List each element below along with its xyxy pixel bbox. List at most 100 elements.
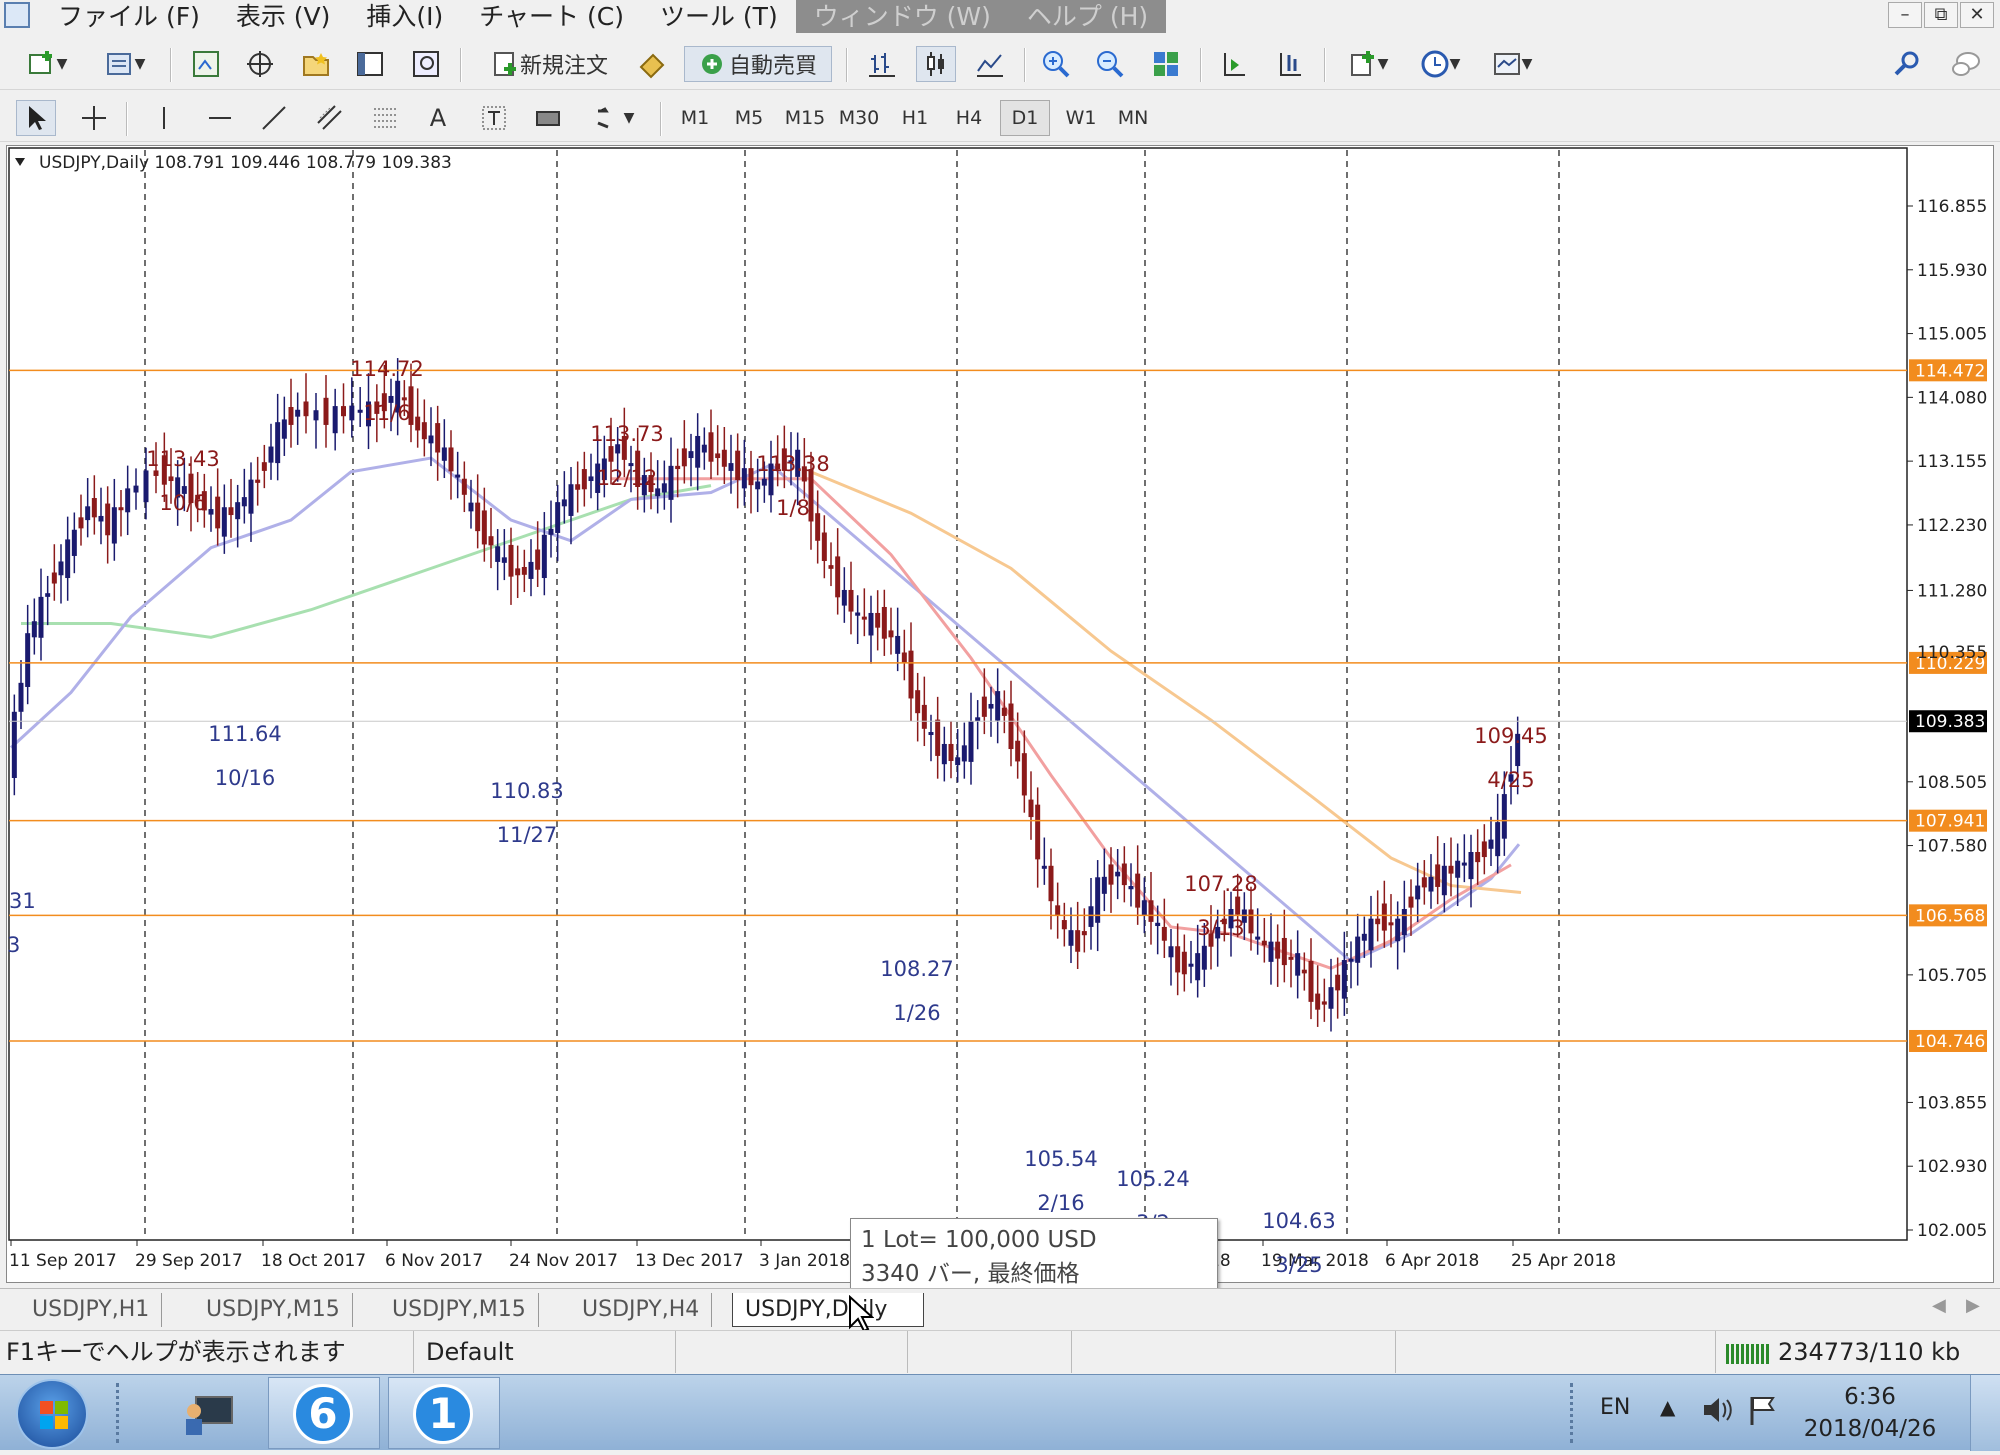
- bear-candle: [1335, 974, 1341, 991]
- timeframe-mn[interactable]: MN: [1108, 100, 1158, 136]
- timeframe-m15[interactable]: M15: [780, 100, 830, 136]
- restore-button[interactable]: ⧉: [1924, 2, 1958, 28]
- timeframe-d1[interactable]: D1: [1000, 100, 1050, 136]
- cursor-button[interactable]: [16, 100, 56, 136]
- show-desktop-button[interactable]: [1970, 1375, 2000, 1451]
- strategy-tester-button[interactable]: [406, 46, 446, 82]
- minimize-button[interactable]: –: [1888, 2, 1922, 28]
- y-axis-label-partial: 110.355: [1917, 643, 1987, 663]
- profiles-button[interactable]: ▼: [94, 46, 156, 82]
- menu-window[interactable]: ウィンドウ (W): [795, 0, 1009, 33]
- start-button[interactable]: [16, 1379, 88, 1449]
- app-icon[interactable]: [4, 2, 30, 28]
- level-price-label: 114.472: [1915, 361, 1985, 381]
- bull-candle: [1428, 876, 1434, 892]
- tab-usdjpy-m15[interactable]: USDJPY,M15: [194, 1293, 353, 1327]
- taskbar-app-6[interactable]: 6: [268, 1377, 380, 1449]
- chart-shift-button[interactable]: [1214, 46, 1254, 82]
- tab-scroll-right-icon[interactable]: ▶: [1966, 1295, 1980, 1316]
- tab-usdjpy-h1[interactable]: USDJPY,H1: [20, 1293, 163, 1327]
- bull-candle: [1168, 946, 1174, 958]
- bear-candle: [921, 704, 927, 729]
- terminal-button[interactable]: [350, 46, 390, 82]
- rectangle-label-button[interactable]: [528, 100, 568, 136]
- data-window-button[interactable]: [240, 46, 280, 82]
- timeframe-m30[interactable]: M30: [834, 100, 884, 136]
- flag-icon[interactable]: [1746, 1393, 1780, 1427]
- text-label-button[interactable]: [474, 100, 514, 136]
- toolbar-separator: [126, 102, 128, 136]
- tile-windows-button[interactable]: [1146, 46, 1186, 82]
- taskbar-app-computer[interactable]: [180, 1389, 236, 1439]
- indicators-button[interactable]: ▼: [1338, 46, 1398, 82]
- bear-candle: [288, 407, 294, 425]
- bear-candle: [323, 397, 329, 425]
- zoom-out-button[interactable]: [1090, 46, 1130, 82]
- bear-candle: [1248, 909, 1254, 934]
- new-chart-button[interactable]: ▼: [16, 46, 78, 82]
- standard-toolbar: ▼ ▼ 新規注文 自動売買 ▼ ▼ ▼: [0, 38, 2000, 90]
- status-connection[interactable]: 234773/110 kb: [1718, 1331, 1998, 1373]
- tab-usdjpy-h4[interactable]: USDJPY,H4: [570, 1293, 713, 1327]
- arrows-menu-button[interactable]: ▼: [584, 100, 644, 136]
- menu-file[interactable]: ファイル (F): [40, 0, 218, 33]
- search-button[interactable]: [1890, 46, 1924, 82]
- vertical-line-icon: [163, 107, 165, 129]
- tab-usdjpy-daily[interactable]: USDJPY,Daily: [732, 1293, 924, 1327]
- navigator-button[interactable]: [296, 46, 336, 82]
- timeframe-m5[interactable]: M5: [724, 100, 774, 136]
- bear-candle: [118, 507, 124, 511]
- bear-candle: [1301, 969, 1307, 974]
- speaker-icon[interactable]: [1700, 1393, 1734, 1427]
- bear-candle: [415, 416, 421, 431]
- menu-help[interactable]: ヘルプ (H): [1008, 0, 1167, 33]
- market-watch-button[interactable]: [186, 46, 226, 82]
- timeframe-w1[interactable]: W1: [1056, 100, 1106, 136]
- bull-candle: [541, 534, 547, 579]
- chart-window[interactable]: 114.472 110.229 107.941 106.568 104.746 109.3…: [6, 145, 1994, 1283]
- vertical-line-button[interactable]: [144, 100, 184, 136]
- candlestick-button[interactable]: [916, 46, 956, 82]
- bear-candle: [261, 462, 267, 471]
- tab-usdjpy-m15-2[interactable]: USDJPY,M15: [380, 1293, 539, 1327]
- line-chart-button[interactable]: [970, 46, 1010, 82]
- fibonacci-button[interactable]: [366, 100, 406, 136]
- menu-chart[interactable]: チャート (C): [461, 0, 642, 33]
- auto-trade-button[interactable]: 自動売買: [684, 46, 832, 82]
- timeframe-h4[interactable]: H4: [944, 100, 994, 136]
- chat-button[interactable]: [1944, 46, 1988, 82]
- bear-candle: [508, 544, 514, 577]
- zoom-in-button[interactable]: [1036, 46, 1076, 82]
- text-button[interactable]: A: [418, 100, 458, 136]
- bear-candle: [1261, 940, 1267, 946]
- templates-button[interactable]: ▼: [1482, 46, 1542, 82]
- trendline-button[interactable]: [254, 100, 294, 136]
- x-axis-label: 3 Jan 2018: [759, 1251, 850, 1271]
- close-button[interactable]: ✕: [1960, 2, 1994, 28]
- arrow-cursor-icon: [29, 106, 46, 130]
- tile-windows-icon: [1154, 52, 1178, 76]
- menu-tools[interactable]: ツール (T): [642, 0, 796, 33]
- tab-scroll-left-icon[interactable]: ◀: [1932, 1295, 1946, 1316]
- language-indicator[interactable]: EN: [1600, 1395, 1630, 1420]
- clock[interactable]: 6:36 2018/04/26: [1800, 1381, 1940, 1445]
- status-empty-1: [678, 1331, 908, 1373]
- menu-view[interactable]: 表示 (V): [218, 0, 349, 33]
- bar-chart-button[interactable]: [862, 46, 902, 82]
- meta-editor-button[interactable]: [632, 46, 672, 82]
- horizontal-line-button[interactable]: [200, 100, 240, 136]
- timeframe-h1[interactable]: H1: [890, 100, 940, 136]
- auto-scroll-button[interactable]: [1270, 46, 1310, 82]
- timeframe-m1[interactable]: M1: [670, 100, 720, 136]
- periods-button[interactable]: ▼: [1410, 46, 1470, 82]
- new-order-button[interactable]: 新規注文: [478, 46, 620, 82]
- menu-insert[interactable]: 挿入(I): [348, 0, 461, 33]
- price-chart[interactable]: 114.472110.229107.941106.568104.746109.3…: [7, 146, 1995, 1284]
- bull-candle: [661, 483, 667, 493]
- clock-time: 6:36: [1844, 1384, 1896, 1410]
- crosshair-button[interactable]: [74, 100, 114, 136]
- bull-candle: [568, 484, 574, 516]
- taskbar-app-1[interactable]: 1: [388, 1377, 500, 1449]
- equidistant-channel-button[interactable]: [310, 100, 350, 136]
- tray-expand-icon[interactable]: ▲: [1660, 1395, 1675, 1419]
